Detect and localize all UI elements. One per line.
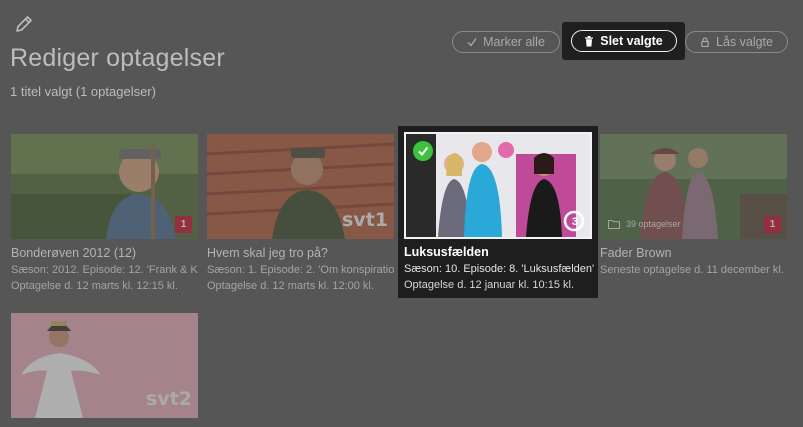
- selection-summary: 1 titel valgt (1 optagelser): [10, 84, 156, 99]
- page-title: Rediger optagelser: [10, 44, 225, 72]
- recording-card[interactable]: 39 optagelser 1 Fader Brown Seneste opta…: [600, 134, 787, 294]
- trash-icon: [585, 35, 594, 46]
- recording-card[interactable]: 1 Bonderøven 2012 (12) Sæson: 2012. Epis…: [11, 134, 198, 294]
- recording-title: Fader Brown: [600, 246, 672, 260]
- channel-logo: svt2: [146, 388, 192, 410]
- folder-icon: [608, 220, 620, 229]
- lock-selected-label: Lås valgte: [716, 35, 773, 49]
- channel-badge: 1: [175, 216, 192, 233]
- delete-selected-focus: Slet valgte: [562, 22, 685, 60]
- recording-thumbnail: svt1: [207, 134, 394, 239]
- recording-description: Seneste optagelse d. 11 december kl. 23: [600, 264, 787, 276]
- recording-description: Sæson: 2012. Episode: 12. 'Frank & Kast: [11, 264, 198, 276]
- pencil-icon[interactable]: [14, 14, 34, 34]
- recording-thumbnail: svt2: [11, 313, 198, 418]
- recording-title: Bonderøven 2012 (12): [11, 246, 137, 260]
- recording-description: Sæson: 10. Episode: 8. 'Luksusfælden'. ': [404, 263, 594, 275]
- folder-count: 39 optagelser: [626, 219, 681, 229]
- check-icon: [467, 38, 477, 47]
- mark-all-label: Marker alle: [483, 35, 545, 49]
- thumbnail-image: [11, 134, 198, 239]
- channel-badge: 1: [764, 216, 781, 233]
- recording-thumbnail: 1: [11, 134, 198, 239]
- recording-card[interactable]: svt2: [11, 313, 198, 418]
- delete-selected-label: Slet valgte: [600, 34, 663, 48]
- recording-card-selected[interactable]: 3 Luksusfælden Sæson: 10. Episode: 8. 'L…: [398, 126, 598, 298]
- lock-icon: [701, 37, 709, 47]
- recording-date: Optagelse d. 12 marts kl. 12:15 kl.: [11, 280, 178, 292]
- recording-description: Sæson: 1. Episode: 2. 'Om konspirations: [207, 264, 394, 276]
- lock-selected-button[interactable]: Lås valgte: [685, 31, 788, 53]
- delete-selected-button[interactable]: Slet valgte: [570, 30, 677, 52]
- recording-thumbnail: 3: [404, 132, 592, 239]
- channel-logo: 3: [571, 216, 578, 228]
- recording-title: Hvem skal jeg tro på?: [207, 246, 328, 260]
- recording-date: Optagelse d. 12 marts kl. 12:00 kl.: [207, 280, 374, 292]
- thumbnail-image: [406, 134, 590, 237]
- mark-all-button[interactable]: Marker alle: [452, 31, 560, 53]
- recording-thumbnail: 39 optagelser 1: [600, 134, 787, 239]
- channel-logo: svt1: [342, 209, 388, 231]
- recording-date: Optagelse d. 12 januar kl. 10:15 kl.: [404, 279, 574, 291]
- folder-badge: 39 optagelser: [608, 219, 681, 229]
- recording-card[interactable]: svt1 Hvem skal jeg tro på? Sæson: 1. Epi…: [207, 134, 394, 294]
- selected-check-icon: [413, 141, 433, 161]
- recording-title: Luksusfælden: [404, 245, 489, 259]
